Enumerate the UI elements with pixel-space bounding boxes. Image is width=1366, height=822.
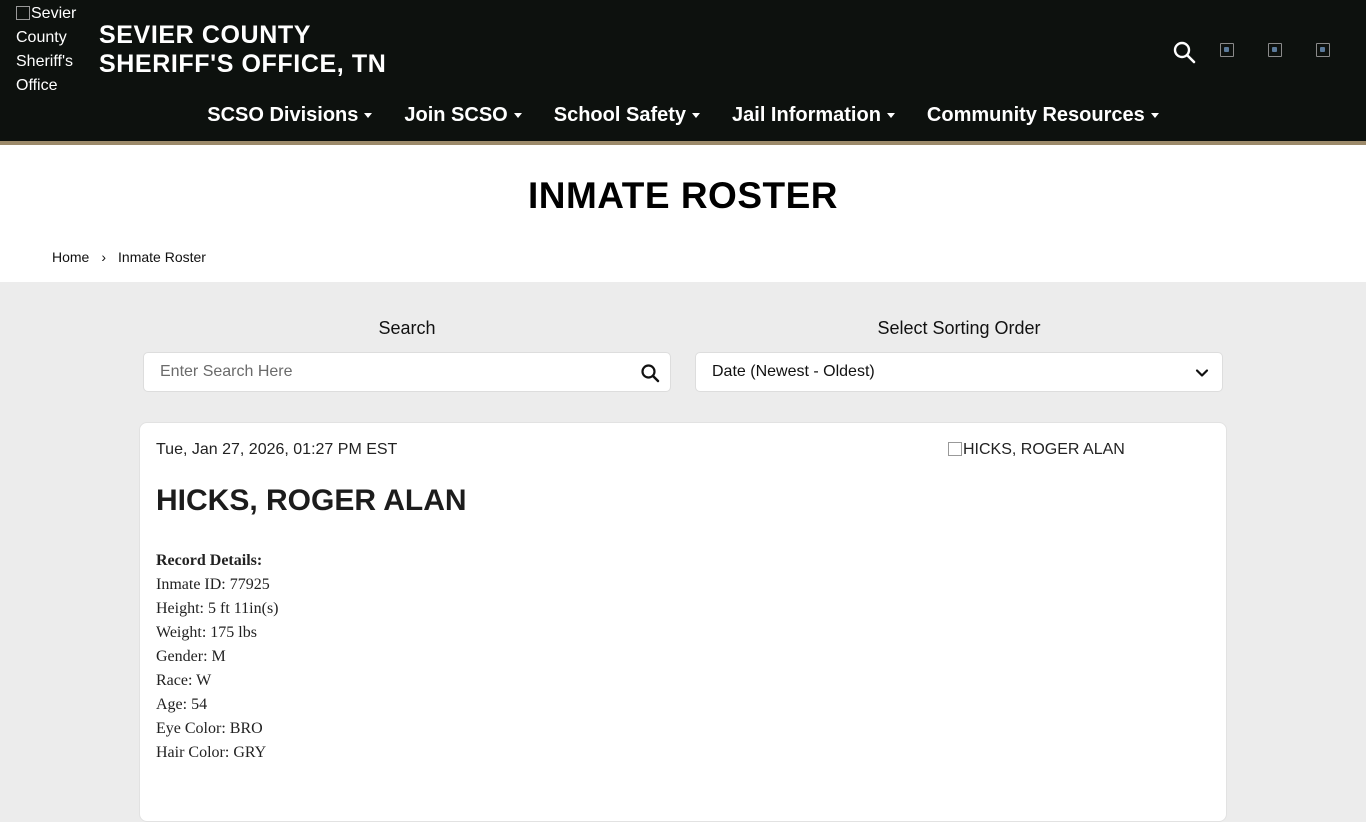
- main-nav: SCSO Divisions Join SCSO School Safety J…: [0, 104, 1366, 127]
- site-header: Sevier County Sheriff's Office SEVIER CO…: [0, 0, 1366, 145]
- detail-line: Gender: M: [156, 648, 226, 665]
- detail-line: Age: 54: [156, 696, 208, 713]
- page-title: INMATE ROSTER: [527, 175, 839, 216]
- social-icon-instagram[interactable]: [1316, 43, 1334, 61]
- nav-item-join-scso[interactable]: Join SCSO: [388, 104, 537, 127]
- site-logo[interactable]: Sevier County Sheriff's Office: [16, 2, 96, 98]
- caret-down-icon: [1150, 113, 1159, 118]
- inmate-photo: HICKS, ROGER ALAN: [948, 441, 1125, 459]
- search-input[interactable]: [144, 353, 618, 391]
- breadcrumb-home[interactable]: Home: [52, 249, 89, 265]
- site-title[interactable]: SEVIER COUNTY SHERIFF'S OFFICE, TN: [99, 21, 386, 79]
- header-icons: [1172, 40, 1334, 64]
- detail-line: Height: 5 ft 11in(s): [156, 600, 279, 617]
- social-icon-twitter[interactable]: [1268, 43, 1286, 61]
- breadcrumb-current: Inmate Roster: [118, 249, 206, 265]
- inmate-name: HICKS, ROGER ALAN: [156, 484, 467, 517]
- broken-image-icon: [16, 6, 30, 20]
- nav-item-jail-information[interactable]: Jail Information: [716, 104, 911, 127]
- search-icon[interactable]: [1172, 40, 1196, 64]
- detail-line: Inmate ID: 77925: [156, 576, 270, 593]
- site-title-line1: SEVIER COUNTY: [99, 21, 311, 49]
- detail-line: Eye Color: BRO: [156, 720, 263, 737]
- title-band: INMATE ROSTER Home › Inmate Roster: [0, 145, 1366, 282]
- record-details: Record Details: Inmate ID: 77925 Height:…: [156, 549, 279, 765]
- search-group: Search: [143, 318, 671, 392]
- record-details-heading: Record Details:: [156, 552, 263, 569]
- sort-select[interactable]: Date (Newest - Oldest): [695, 352, 1223, 392]
- site-title-line2: SHERIFF'S OFFICE, TN: [99, 50, 387, 78]
- search-icon[interactable]: [640, 363, 660, 383]
- sort-group: Select Sorting Order Date (Newest - Olde…: [695, 318, 1223, 392]
- inmate-card: Tue, Jan 27, 2026, 01:27 PM EST HICKS, R…: [139, 422, 1227, 822]
- sort-selected-value: Date (Newest - Oldest): [712, 363, 875, 380]
- broken-image-icon: [948, 442, 962, 456]
- caret-down-icon: [886, 113, 895, 118]
- detail-line: Weight: 175 lbs: [156, 624, 257, 641]
- search-label: Search: [378, 318, 436, 338]
- breadcrumb-separator: ›: [101, 249, 107, 265]
- nav-item-school-safety[interactable]: School Safety: [538, 104, 716, 127]
- detail-line: Race: W: [156, 672, 212, 689]
- nav-item-community-resources[interactable]: Community Resources: [911, 104, 1175, 127]
- detail-line: Hair Color: GRY: [156, 744, 267, 761]
- caret-down-icon: [513, 113, 522, 118]
- search-field: [143, 352, 671, 392]
- breadcrumb: Home › Inmate Roster: [52, 249, 206, 265]
- inmate-photo-alt: HICKS, ROGER ALAN: [963, 441, 1125, 458]
- social-icon-facebook[interactable]: [1220, 43, 1238, 61]
- caret-down-icon: [364, 113, 373, 118]
- sort-label: Select Sorting Order: [877, 318, 1041, 338]
- chevron-down-icon: [1195, 369, 1209, 377]
- booking-date: Tue, Jan 27, 2026, 01:27 PM EST: [156, 441, 398, 458]
- nav-item-scso-divisions[interactable]: SCSO Divisions: [191, 104, 388, 127]
- caret-down-icon: [692, 113, 701, 118]
- filters: Search Select Sorting Order Date (Newest…: [0, 282, 1366, 422]
